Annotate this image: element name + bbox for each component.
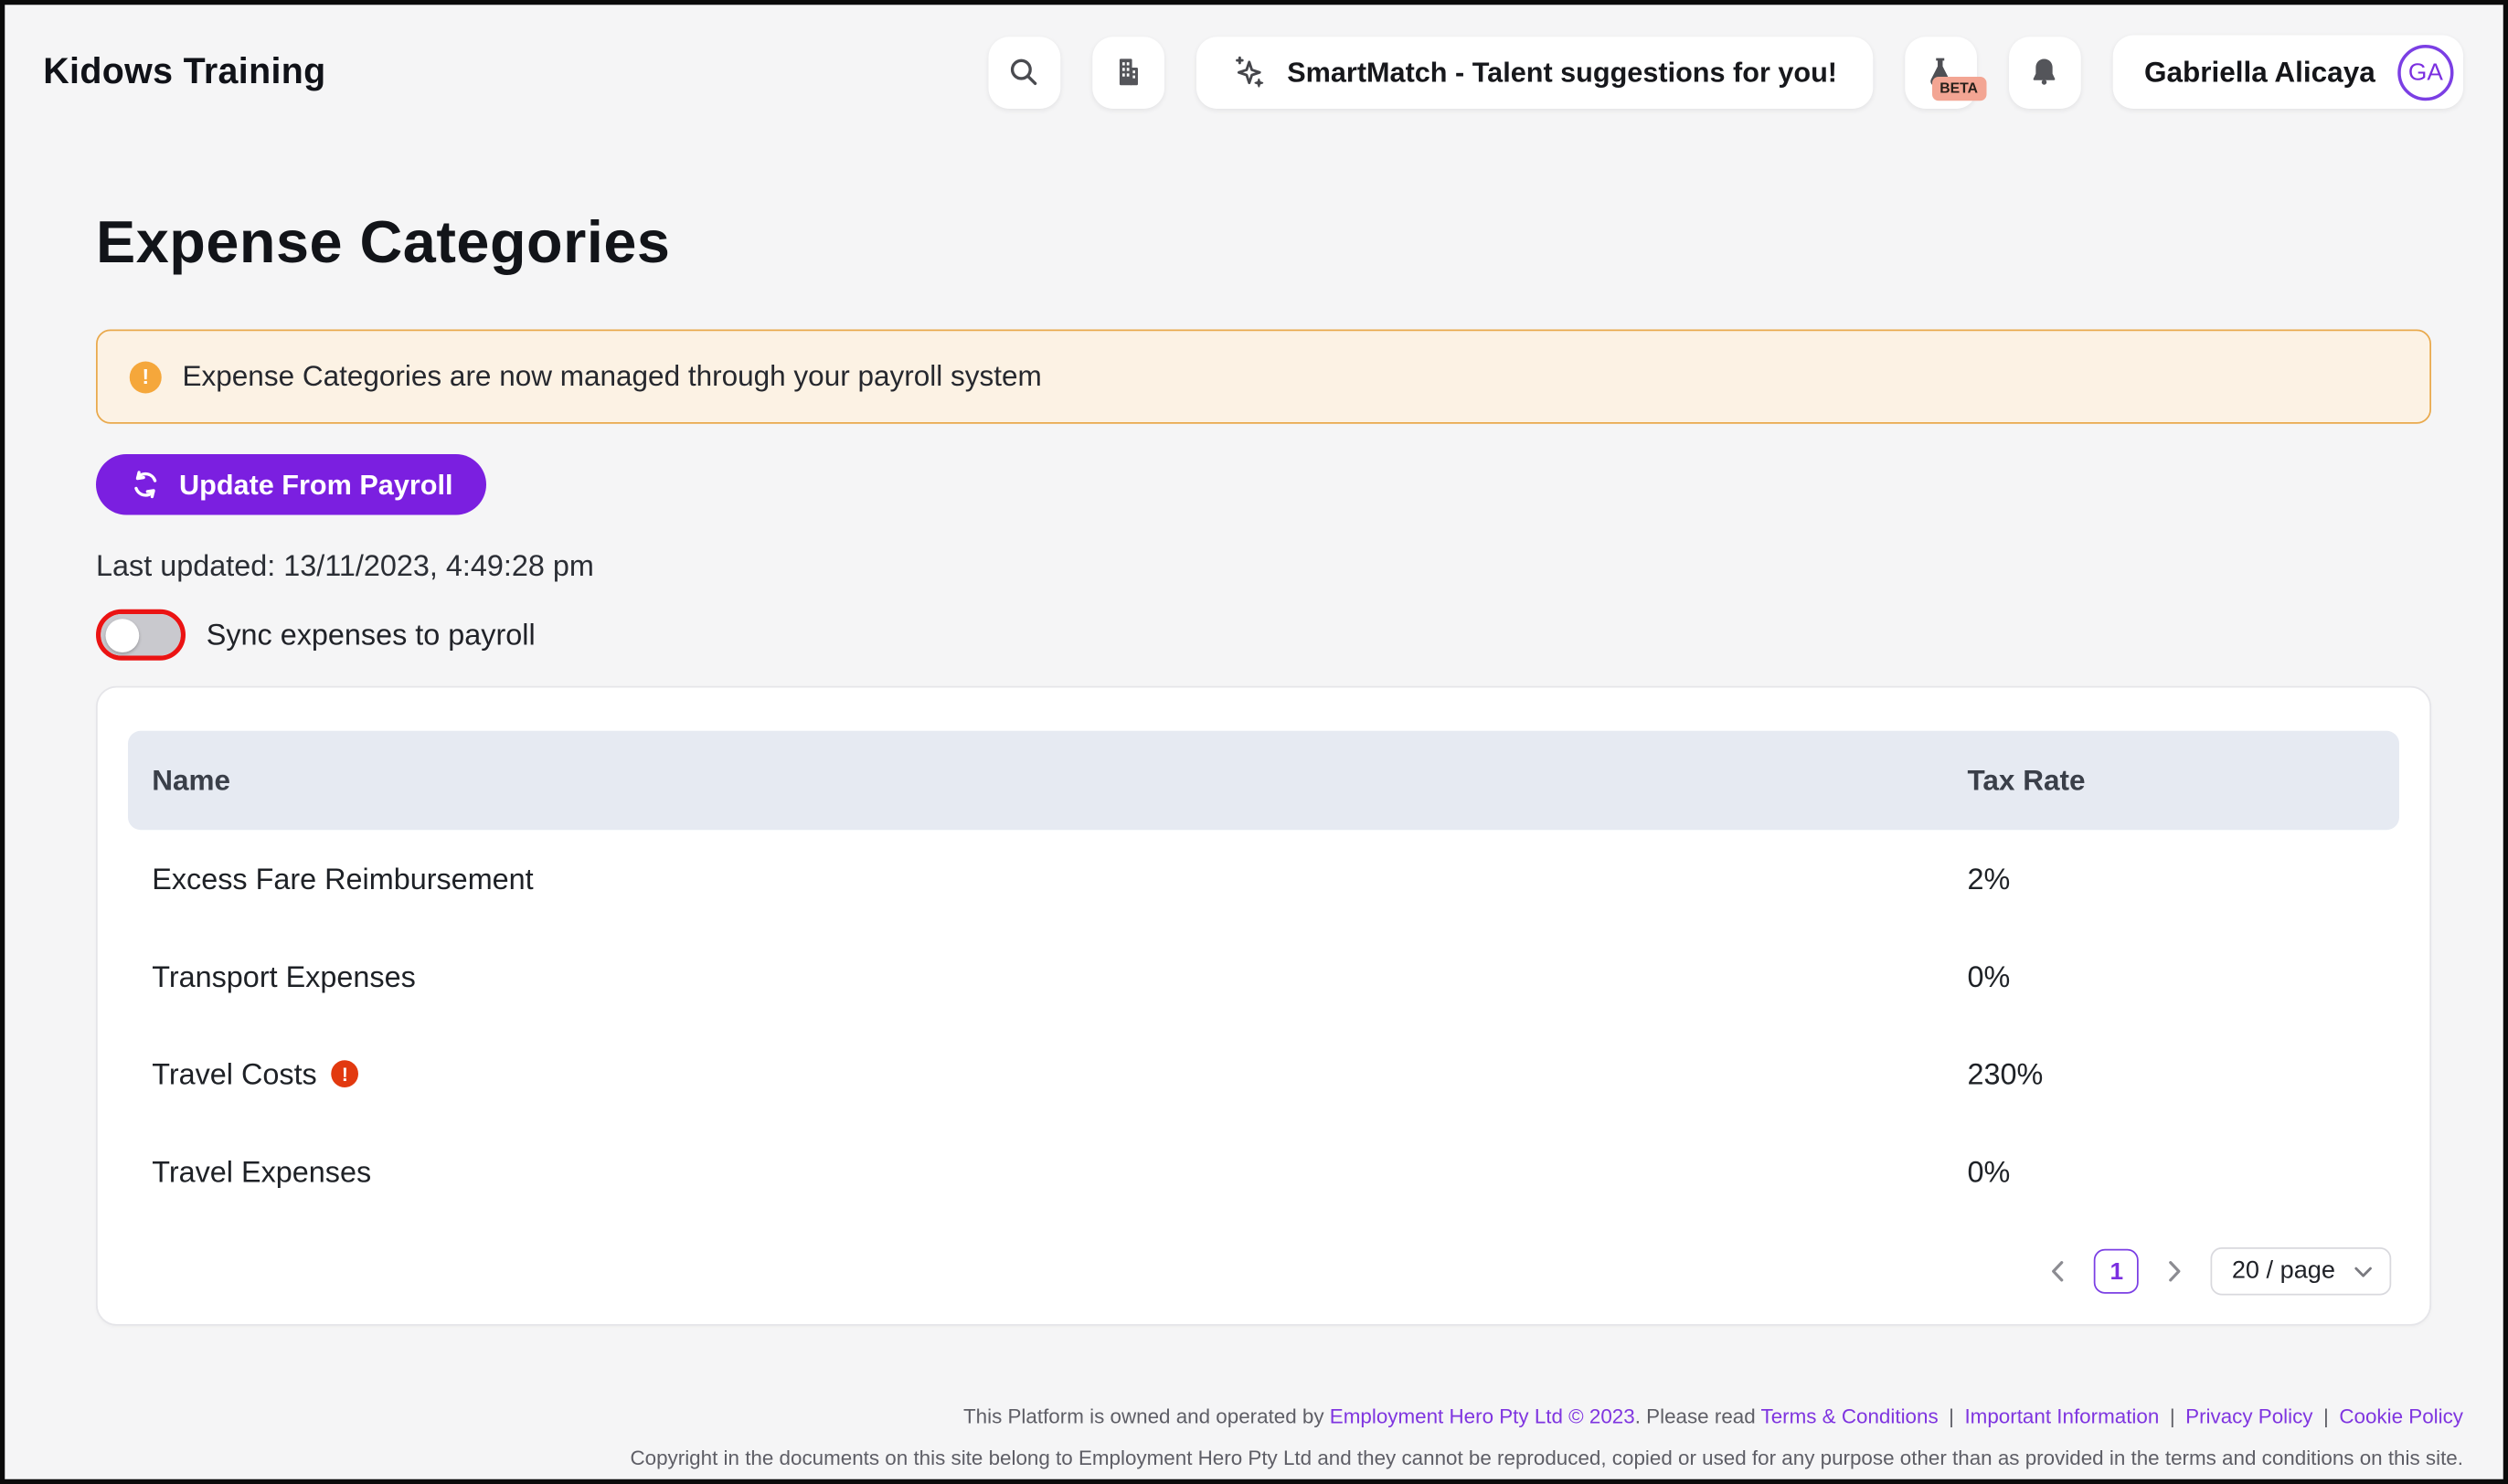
annotation-highlight-ring <box>96 610 186 661</box>
table-row: Travel Costs ! 230% <box>128 1025 2399 1123</box>
footer-text-prefix: This Platform is owned and operated by <box>963 1404 1330 1428</box>
sync-toggle-row: Sync expenses to payroll <box>96 610 2431 661</box>
footer-copyright: Copyright in the documents on this site … <box>630 1449 2463 1469</box>
app-window: Kidows Training <box>0 0 2508 1484</box>
warning-icon: ! <box>332 1060 359 1087</box>
labs-button[interactable]: BETA <box>1905 36 1977 108</box>
footer: This Platform is owned and operated by E… <box>630 1408 2463 1470</box>
table-header-row: Name Tax Rate <box>128 731 2399 831</box>
row-tax-rate: 2% <box>1968 861 2400 896</box>
bell-icon <box>2026 55 2062 90</box>
main-content: Expense Categories ! Expense Categories … <box>5 209 2503 1326</box>
table-body: Excess Fare Reimbursement ! 2% Transport… <box>128 830 2399 1220</box>
toggle-knob <box>105 618 139 652</box>
footer-link-company[interactable]: Employment Hero Pty Ltd © 2023 <box>1330 1404 1635 1428</box>
sync-toggle[interactable] <box>101 614 181 656</box>
current-page-button[interactable]: 1 <box>2094 1249 2139 1294</box>
footer-link-terms[interactable]: Terms & Conditions <box>1761 1404 1939 1428</box>
row-name: Travel Costs <box>152 1056 317 1092</box>
notifications-button[interactable] <box>2008 36 2080 108</box>
column-header-tax-rate: Tax Rate <box>1968 764 2400 798</box>
row-tax-rate: 0% <box>1968 959 2400 994</box>
organisation-button[interactable] <box>1092 36 1164 108</box>
sparkles-icon <box>1231 54 1268 90</box>
last-updated-text: Last updated: 13/11/2023, 4:49:28 pm <box>96 548 2431 584</box>
smartmatch-button[interactable]: SmartMatch - Talent suggestions for you! <box>1196 36 1872 108</box>
refresh-icon <box>130 469 162 501</box>
page-size-value: 20 / page <box>2232 1257 2335 1287</box>
update-from-payroll-button[interactable]: Update From Payroll <box>96 454 486 515</box>
smartmatch-label: SmartMatch - Talent suggestions for you! <box>1287 55 1837 89</box>
topbar-actions: SmartMatch - Talent suggestions for you!… <box>988 36 2463 110</box>
expense-categories-card: Name Tax Rate Excess Fare Reimbursement … <box>96 686 2431 1326</box>
footer-text-mid: . Please read <box>1635 1404 1761 1428</box>
table-row: Transport Expenses ! 0% <box>128 928 2399 1025</box>
page-size-select[interactable]: 20 / page <box>2211 1247 2391 1296</box>
footer-legal-line: This Platform is owned and operated by E… <box>630 1408 2463 1428</box>
chevron-right-icon <box>2168 1260 2183 1283</box>
next-page-button[interactable] <box>2162 1254 2189 1289</box>
row-name: Transport Expenses <box>152 959 416 994</box>
brand-logo[interactable]: Kidows Training <box>43 51 325 93</box>
beta-badge: BETA <box>1932 76 1986 100</box>
sync-toggle-label: Sync expenses to payroll <box>207 618 536 653</box>
footer-separator: | <box>2323 1404 2329 1428</box>
row-tax-rate: 230% <box>1968 1056 2400 1092</box>
building-icon <box>1111 55 1146 90</box>
chevron-down-icon <box>2354 1266 2372 1277</box>
row-name: Excess Fare Reimbursement <box>152 861 533 896</box>
column-header-name: Name <box>128 764 1968 798</box>
table-row: Excess Fare Reimbursement ! 2% <box>128 830 2399 928</box>
row-name: Travel Expenses <box>152 1154 371 1190</box>
user-menu-button[interactable]: Gabriella Alicaya GA <box>2112 36 2463 110</box>
avatar: GA <box>2397 44 2453 100</box>
footer-separator: | <box>2170 1404 2175 1428</box>
previous-page-button[interactable] <box>2045 1254 2072 1289</box>
banner-text: Expense Categories are now managed throu… <box>183 360 1042 394</box>
table-row: Travel Expenses ! 0% <box>128 1123 2399 1221</box>
info-banner: ! Expense Categories are now managed thr… <box>96 330 2431 424</box>
user-name: Gabriella Alicaya <box>2144 55 2375 89</box>
footer-link-cookie-policy[interactable]: Cookie Policy <box>2339 1404 2463 1428</box>
footer-link-privacy-policy[interactable]: Privacy Policy <box>2185 1404 2312 1428</box>
footer-separator: | <box>1949 1404 1954 1428</box>
update-from-payroll-label: Update From Payroll <box>179 468 453 502</box>
page-title: Expense Categories <box>96 209 2431 277</box>
footer-link-important-information[interactable]: Important Information <box>1964 1404 2159 1428</box>
search-icon <box>1006 55 1042 90</box>
row-tax-rate: 0% <box>1968 1154 2400 1190</box>
top-navigation: Kidows Training <box>5 5 2503 139</box>
chevron-left-icon <box>2051 1260 2066 1283</box>
search-button[interactable] <box>988 36 1060 108</box>
alert-circle-icon: ! <box>130 361 162 393</box>
pagination: 1 20 / page <box>128 1247 2399 1296</box>
